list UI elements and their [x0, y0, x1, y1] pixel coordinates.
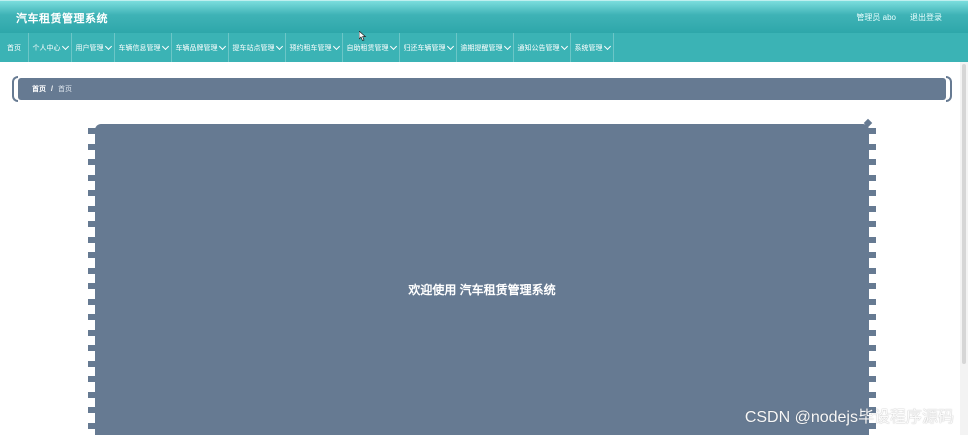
- nav-item-overdue-reminder[interactable]: 逾期提醒管理: [457, 33, 514, 62]
- panel-edge-tooth: [868, 128, 876, 134]
- panel-edge-tooth: [868, 283, 876, 289]
- panel-edge-tooth: [868, 376, 876, 382]
- panel-edge-tooth: [868, 252, 876, 258]
- panel-right-edge-decoration: [868, 128, 876, 435]
- chevron-down-icon: [446, 42, 454, 51]
- top-header: 汽车租赁管理系统 管理员 abo 退出登录: [0, 0, 968, 33]
- nav-item-system-management[interactable]: 系统管理: [571, 33, 614, 62]
- panel-edge-tooth: [868, 174, 876, 181]
- main-nav: 首页 个人中心 用户管理 车辆信息管理 车辆品牌管理 提车站点管理 预约租车管理…: [0, 33, 968, 62]
- chevron-down-icon: [389, 42, 397, 51]
- chevron-down-icon: [161, 42, 169, 51]
- breadcrumb-separator: /: [51, 85, 53, 93]
- nav-item-label: 逾期提醒管理: [460, 44, 503, 52]
- nav-item-label: 用户管理: [75, 44, 104, 52]
- nav-item-pickup-station[interactable]: 提车站点管理: [229, 33, 286, 62]
- nav-item-vehicle-brand[interactable]: 车辆品牌管理: [172, 33, 229, 62]
- breadcrumb-home-link[interactable]: 首页: [32, 84, 46, 94]
- nav-item-label: 车辆品牌管理: [175, 44, 218, 52]
- breadcrumb-bar: 首页 / 首页: [12, 76, 952, 102]
- page-scrollbar-thumb[interactable]: [962, 64, 966, 364]
- panel-edge-tooth: [868, 221, 876, 227]
- nav-item-reservation[interactable]: 预约租车管理: [286, 33, 343, 62]
- nav-item-home[interactable]: 首页: [0, 33, 29, 62]
- nav-item-label: 系统管理: [574, 44, 603, 52]
- app-title: 汽车租赁管理系统: [16, 13, 108, 25]
- breadcrumb: 首页 / 首页: [18, 78, 946, 100]
- panel-edge-tooth: [868, 236, 876, 243]
- nav-item-personal-center[interactable]: 个人中心: [29, 33, 72, 62]
- panel-edge-tooth: [868, 143, 876, 150]
- chevron-down-icon: [104, 42, 112, 51]
- welcome-panel: 欢迎使用 汽车租赁管理系统: [95, 124, 869, 435]
- nav-item-label: 自助租赁管理: [346, 44, 389, 52]
- nav-item-label: 预约租车管理: [289, 44, 332, 52]
- chevron-down-icon: [603, 42, 611, 51]
- nav-item-label: 个人中心: [32, 44, 61, 52]
- nav-item-label: 车辆信息管理: [118, 44, 161, 52]
- panel-edge-tooth: [868, 267, 876, 274]
- panel-edge-tooth: [868, 360, 876, 367]
- nav-item-label: 首页: [7, 44, 21, 52]
- nav-item-user-management[interactable]: 用户管理: [72, 33, 115, 62]
- chevron-down-icon: [503, 42, 511, 51]
- page: 汽车租赁管理系统 管理员 abo 退出登录 首页 个人中心 用户管理 车辆信息管…: [0, 0, 968, 435]
- nav-item-announcements[interactable]: 通知公告管理: [514, 33, 571, 62]
- chevron-down-icon: [560, 42, 568, 51]
- panel-edge-tooth: [868, 159, 876, 165]
- panel-edge-tooth: [868, 391, 876, 398]
- panel-edge-tooth: [868, 329, 876, 336]
- nav-item-label: 归还车辆管理: [403, 44, 446, 52]
- watermark: CSDN @nodejs毕设程序源码: [744, 409, 954, 426]
- logout-link[interactable]: 退出登录: [910, 12, 942, 23]
- nav-item-label: 通知公告管理: [517, 44, 560, 52]
- nav-item-label: 提车站点管理: [232, 44, 275, 52]
- chevron-down-icon: [332, 42, 340, 51]
- panel-edge-tooth: [868, 345, 876, 351]
- breadcrumb-right-cap: [946, 76, 952, 102]
- chevron-down-icon: [218, 42, 226, 51]
- panel-edge-tooth: [868, 190, 876, 196]
- nav-item-self-rental[interactable]: 自助租赁管理: [343, 33, 400, 62]
- panel-edge-tooth: [868, 298, 876, 305]
- panel-edge-tooth: [868, 314, 876, 320]
- nav-item-vehicle-return[interactable]: 归还车辆管理: [400, 33, 457, 62]
- current-user-label: 管理员 abo: [856, 13, 896, 22]
- chevron-down-icon: [61, 42, 69, 51]
- welcome-message: 欢迎使用 汽车租赁管理系统: [408, 282, 556, 297]
- panel-edge-tooth: [868, 205, 876, 212]
- mouse-pointer-icon: [359, 31, 367, 41]
- nav-item-vehicle-info[interactable]: 车辆信息管理: [115, 33, 172, 62]
- breadcrumb-current: 首页: [57, 86, 72, 93]
- chevron-down-icon: [275, 42, 283, 51]
